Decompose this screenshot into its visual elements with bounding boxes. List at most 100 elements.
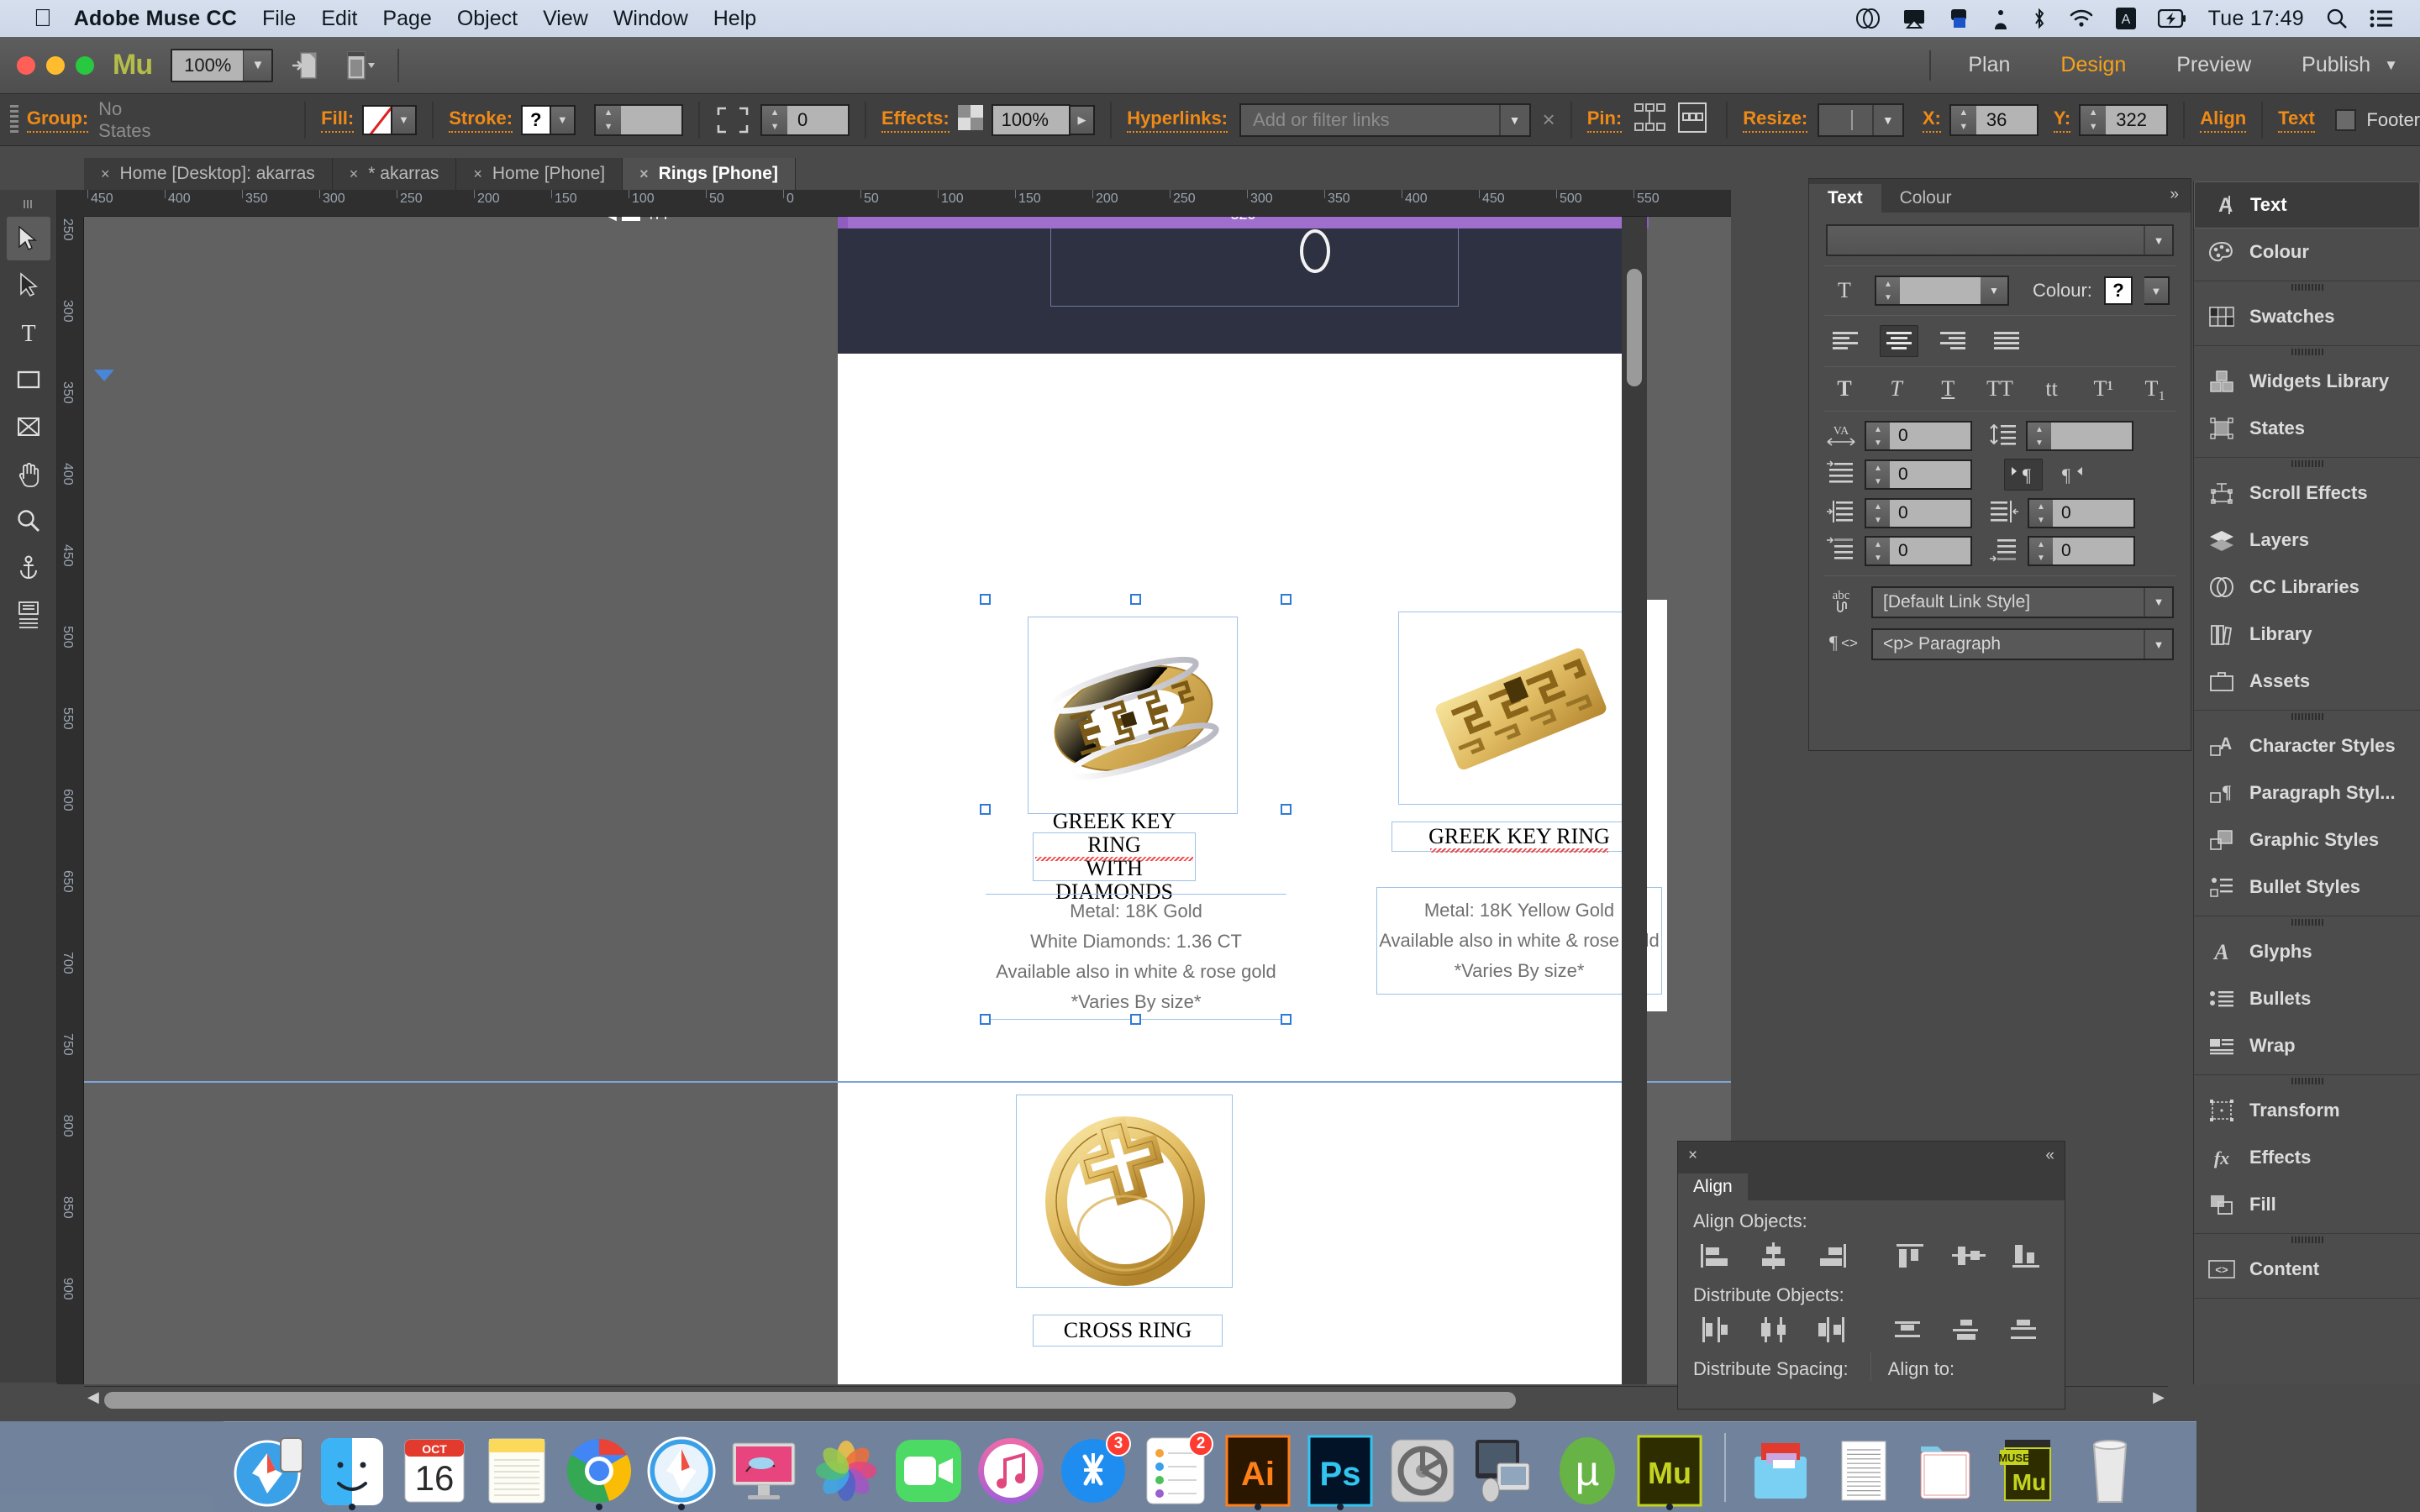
link-style-combo[interactable]: [Default Link Style] ▼ (1871, 585, 2174, 618)
card-1-image-frame[interactable] (1028, 617, 1238, 814)
dock-item-muse-project[interactable]: MUSE Mu (1990, 1431, 2065, 1507)
align-right-icon[interactable] (1933, 325, 1972, 357)
panel-tab-colour[interactable]: Colour (1881, 184, 1970, 213)
close-icon[interactable]: × (350, 165, 359, 183)
bluetooth-icon[interactable] (2032, 8, 2047, 29)
dock-item-system-preferences[interactable] (1385, 1431, 1460, 1507)
chevron-down-icon[interactable]: ▼ (2144, 630, 2172, 659)
maximize-window-button[interactable] (76, 55, 94, 75)
dock-item-assets[interactable]: Assets (2194, 658, 2420, 705)
corner-radius-arrows[interactable]: ▲ ▼ (762, 105, 788, 134)
first-line-indent-arrows[interactable]: ▲ ▼ (1866, 461, 1890, 488)
indent-right-arrows[interactable]: ▲ ▼ (2029, 500, 2053, 527)
text-panel[interactable]: Text Colour » ▼ ⁠T ▲▼ ▼ Colour: ? ▼ (1808, 178, 2191, 751)
battery-icon[interactable] (2157, 9, 2186, 28)
hand-tool[interactable] (7, 452, 50, 496)
stroke-weight-stepper[interactable]: ▲ ▼ (594, 103, 684, 136)
superscript-icon[interactable]: T¹ (2085, 376, 2122, 402)
dock-item-finder[interactable] (314, 1431, 390, 1510)
scroll-right-arrow-icon[interactable]: ▶ (2153, 1389, 2165, 1406)
distribute-bottom-icon[interactable] (2003, 1311, 2049, 1348)
menu-page[interactable]: Page (382, 7, 431, 31)
distribute-horizontal-center-icon[interactable] (1751, 1311, 1797, 1348)
canvas-scroll-gutter[interactable] (1622, 217, 1647, 1384)
dock-item-utorrent[interactable]: µ (1549, 1431, 1625, 1507)
dock-item-folder[interactable] (1907, 1431, 1983, 1507)
chevron-down-icon[interactable]: ▼ (2384, 57, 2398, 74)
siri-icon[interactable] (1991, 8, 2010, 29)
bold-T-icon[interactable]: T (1826, 376, 1863, 402)
preview-device-icon[interactable] (342, 48, 377, 83)
chevron-down-icon[interactable]: ▼ (1981, 277, 2007, 304)
dock-group-grip[interactable] (2194, 346, 2420, 358)
zoom-tool[interactable] (7, 499, 50, 543)
dock-item-graphic-styles[interactable]: Graphic Styles (2194, 816, 2420, 864)
doc-tab-rings-phone[interactable]: × Rings [Phone] (623, 158, 796, 190)
crop-tool[interactable] (7, 405, 50, 449)
align-right-edges-icon[interactable] (1808, 1237, 1854, 1274)
space-before-stepper[interactable]: ▲ ▼ 0 (1865, 536, 1972, 566)
align-bottom-edges-icon[interactable] (2003, 1237, 2049, 1274)
page-width-bar[interactable]: 320 (838, 217, 1649, 228)
export-page-icon[interactable] (290, 48, 325, 83)
selection-tool[interactable] (6, 217, 50, 260)
scroll-left-arrow-icon[interactable]: ◀ (87, 1389, 99, 1406)
stroke-weight-arrows[interactable]: ▲ ▼ (596, 105, 622, 134)
stroke-dropdown-button[interactable]: ▼ (550, 104, 576, 135)
space-after-arrows[interactable]: ▲ ▼ (2029, 538, 2053, 564)
menu-help[interactable]: Help (713, 7, 756, 31)
underline-T-icon[interactable]: T (1929, 376, 1966, 402)
design-canvas[interactable]: 320 ◀ 477 (84, 217, 1731, 1384)
creative-cloud-icon[interactable] (1855, 8, 1881, 29)
dock-item-transform[interactable]: Transform (2194, 1087, 2420, 1134)
anchor-tool[interactable] (7, 546, 50, 590)
space-before-arrows[interactable]: ▲ ▼ (1866, 538, 1890, 564)
effects-opacity-field[interactable]: 100% (991, 103, 1071, 136)
card-2-title-frame[interactable]: GREEK KEY RING (1392, 822, 1647, 853)
align-justify-icon[interactable] (1987, 325, 2026, 357)
space-after-stepper[interactable]: ▲ ▼ 0 (2028, 536, 2135, 566)
subscript-icon[interactable]: T₁ (2137, 376, 2174, 402)
dock-item-paragraph-styl[interactable]: ¶ Paragraph Styl... (2194, 769, 2420, 816)
tracking-arrows[interactable]: ▲ ▼ (1866, 423, 1890, 449)
menu-app-name[interactable]: Adobe Muse CC (74, 7, 237, 31)
selection-handle-bl[interactable] (980, 1014, 991, 1025)
dock-item-colour[interactable]: Colour (2194, 228, 2420, 276)
distribute-top-icon[interactable] (1888, 1311, 1934, 1348)
search-icon[interactable] (2326, 8, 2348, 29)
leading-stepper[interactable]: ▲ ▼ (2026, 421, 2133, 451)
x-position-stepper[interactable]: ▲ ▼ 36 (1949, 103, 2039, 136)
chevron-down-icon[interactable]: ▼ (243, 50, 272, 81)
align-menu-button[interactable]: Align (2200, 108, 2247, 133)
tab-design[interactable]: Design (2035, 53, 2151, 77)
align-left-icon[interactable] (1826, 325, 1865, 357)
y-position-stepper[interactable]: ▲ ▼ 322 (2079, 103, 2169, 136)
dock-item-itunes[interactable] (973, 1431, 1049, 1507)
clear-hyperlink-button[interactable]: × (1543, 107, 1555, 133)
small-caps-icon[interactable]: tt (2033, 376, 2070, 402)
dock-item-bullets[interactable]: Bullets (2194, 975, 2420, 1022)
dock-item-cc-libraries[interactable]: CC Libraries (2194, 564, 2420, 611)
dock-item-wrap[interactable]: Wrap (2194, 1022, 2420, 1069)
font-family-combo[interactable]: ▼ (1826, 224, 2174, 256)
footer-checkbox[interactable] (2334, 108, 2357, 131)
selection-handle-tc[interactable] (1130, 594, 1141, 605)
card-3-title-frame[interactable]: CROSS RING (1033, 1315, 1223, 1347)
stroke-swatch[interactable]: ? (521, 104, 551, 135)
selection-handle-mr[interactable] (1281, 804, 1292, 815)
distribute-right-icon[interactable] (1808, 1311, 1854, 1348)
dock-item-fill[interactable]: Fill (2194, 1181, 2420, 1228)
menu-window[interactable]: Window (613, 7, 688, 31)
dock-item-trash[interactable] (2072, 1431, 2148, 1507)
dock-item-scroll-effects[interactable]: Scroll Effects (2194, 470, 2420, 517)
font-size-arrows[interactable]: ▲ ▼ (1876, 277, 1900, 304)
dock-item-bullet-styles[interactable]: Bullet Styles (2194, 864, 2420, 911)
menu-file[interactable]: File (262, 7, 296, 31)
paragraph-tag-combo[interactable]: <p> Paragraph ▼ (1871, 628, 2174, 660)
text-frame-tool[interactable] (7, 593, 50, 637)
airplay-icon[interactable] (1902, 8, 1926, 29)
tracking-stepper[interactable]: ▲ ▼ 0 (1865, 421, 1972, 451)
close-icon[interactable]: × (101, 165, 110, 183)
rectangle-tool[interactable] (7, 358, 50, 402)
horizontal-ruler[interactable]: 450 400 350 300 250 200 150 100 50 0 50 100 150 200 25… (84, 190, 1731, 217)
